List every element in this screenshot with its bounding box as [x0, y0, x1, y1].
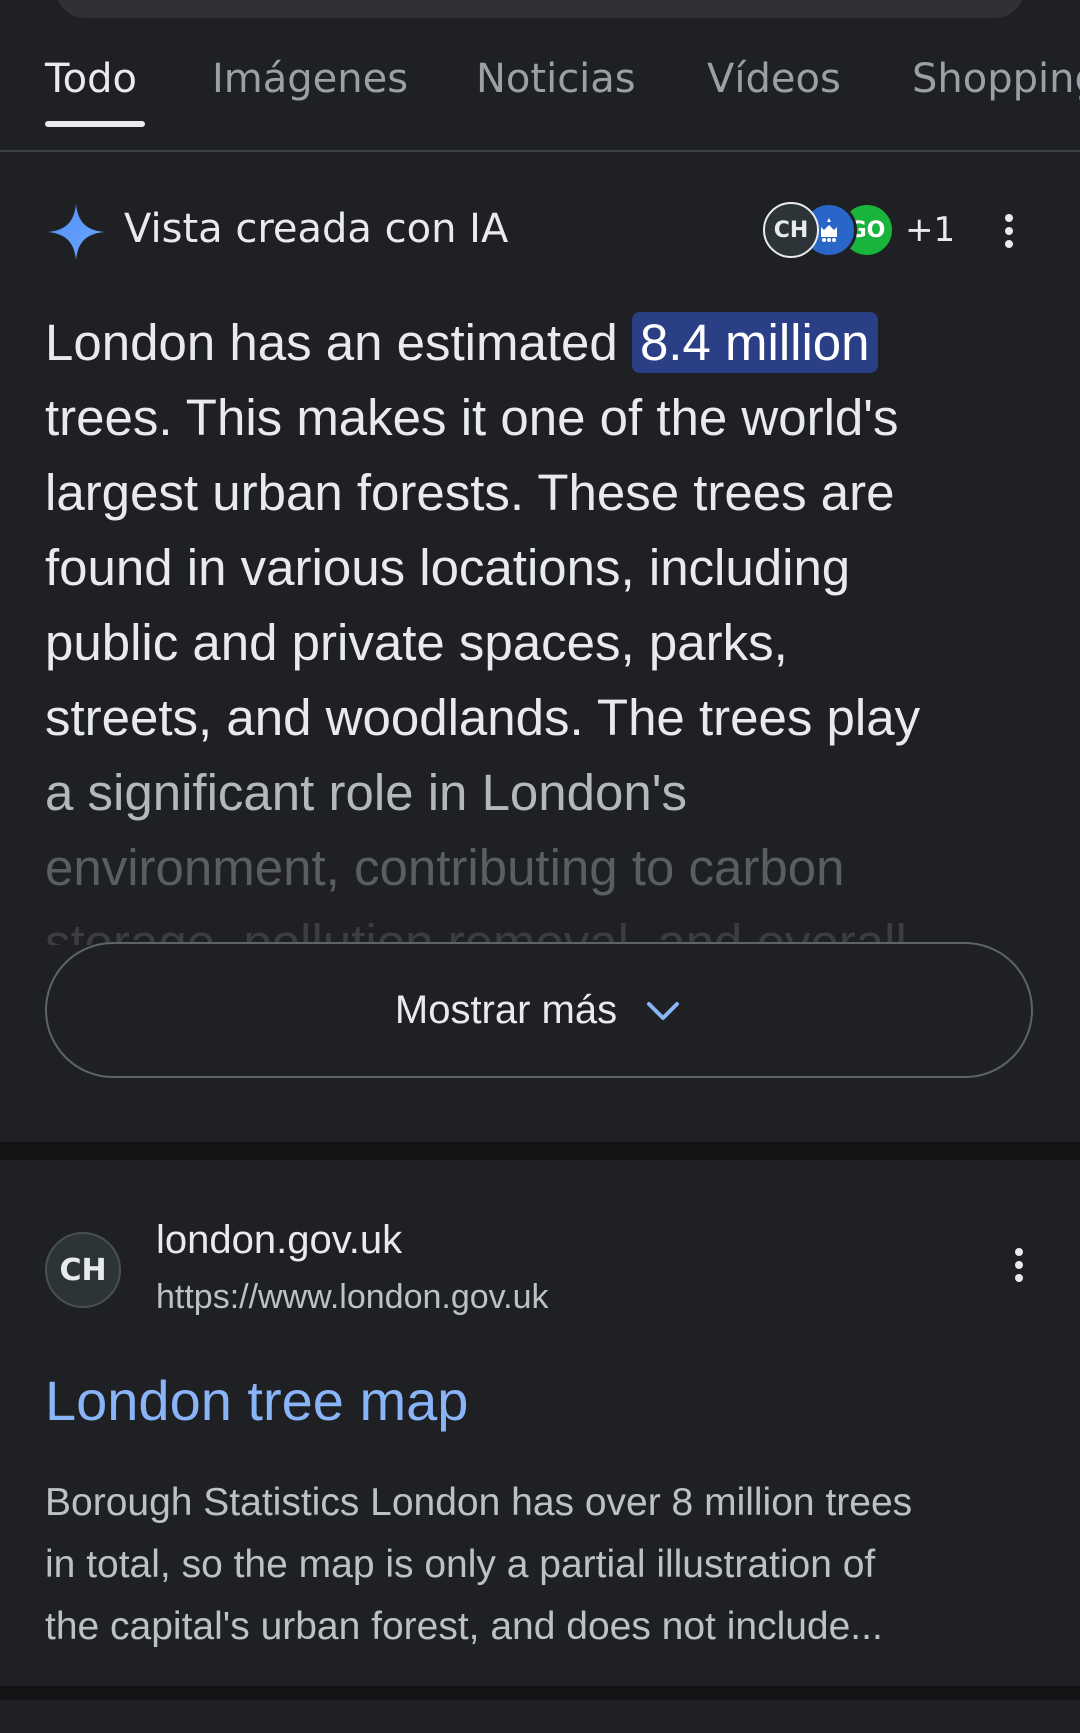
result-title-link[interactable]: London tree map — [45, 1368, 468, 1433]
ai-sources[interactable]: CH GO — [763, 202, 903, 262]
tab-imagenes[interactable]: Imágenes — [212, 56, 408, 102]
result-more-options-icon[interactable] — [1004, 1240, 1034, 1290]
highlighted-answer: 8.4 million — [631, 312, 878, 373]
ai-overview-text-clip: London has an estimated 8.4 million tree… — [0, 305, 1080, 945]
search-result: CH london.gov.uk https://www.london.gov.… — [0, 1160, 1080, 1680]
tab-todo[interactable]: Todo — [45, 56, 137, 102]
ai-text-line: public and private spaces, parks, — [45, 614, 788, 671]
chevron-down-icon — [647, 1002, 680, 1020]
site-favicon[interactable]: CH — [45, 1232, 121, 1308]
ai-text-line: found in various locations, including — [45, 539, 851, 596]
ai-text-line: a significant role in London's — [45, 764, 687, 821]
show-more-button[interactable]: Mostrar más — [45, 942, 1033, 1078]
ai-overview-text: London has an estimated 8.4 million tree… — [45, 305, 1035, 945]
site-name[interactable]: london.gov.uk — [156, 1218, 402, 1263]
search-tabs: Todo Imágenes Noticias Vídeos Shopping — [0, 0, 1080, 152]
result-snippet: Borough Statistics London has over 8 mil… — [45, 1472, 1035, 1658]
section-divider — [0, 1142, 1080, 1160]
tab-videos[interactable]: Vídeos — [707, 56, 841, 102]
site-url[interactable]: https://www.london.gov.uk — [156, 1278, 548, 1317]
active-tab-indicator — [45, 121, 145, 127]
tab-noticias[interactable]: Noticias — [476, 56, 636, 102]
ai-text-line: London has an estimated 8.4 million — [45, 305, 1035, 380]
ai-text-line: storage, pollution removal, and overall — [45, 914, 907, 945]
snippet-line: in total, so the map is only a partial i… — [45, 1543, 876, 1586]
section-divider-bottom — [0, 1686, 1080, 1700]
tab-shopping[interactable]: Shopping — [912, 56, 1080, 102]
more-sources-count[interactable]: +1 — [905, 210, 955, 250]
ai-overview-header: Vista creada con IA CH GO +1 — [0, 190, 1080, 274]
gemini-spark-icon — [48, 204, 104, 260]
snippet-line: the capital's urban forest, and does not… — [45, 1605, 883, 1648]
show-more-label: Mostrar más — [394, 987, 618, 1032]
ai-overview-title: Vista creada con IA — [124, 206, 509, 252]
more-options-icon[interactable] — [994, 206, 1024, 256]
ai-text-line: trees. This makes it one of the world's — [45, 389, 899, 446]
ai-text-line: largest urban forests. These trees are — [45, 464, 895, 521]
ch-site-icon: CH — [763, 202, 819, 258]
ai-text-line: streets, and woodlands. The trees play — [45, 689, 921, 746]
snippet-line: Borough Statistics London has over 8 mil… — [45, 1481, 913, 1524]
ai-text-line: environment, contributing to carbon — [45, 839, 845, 896]
